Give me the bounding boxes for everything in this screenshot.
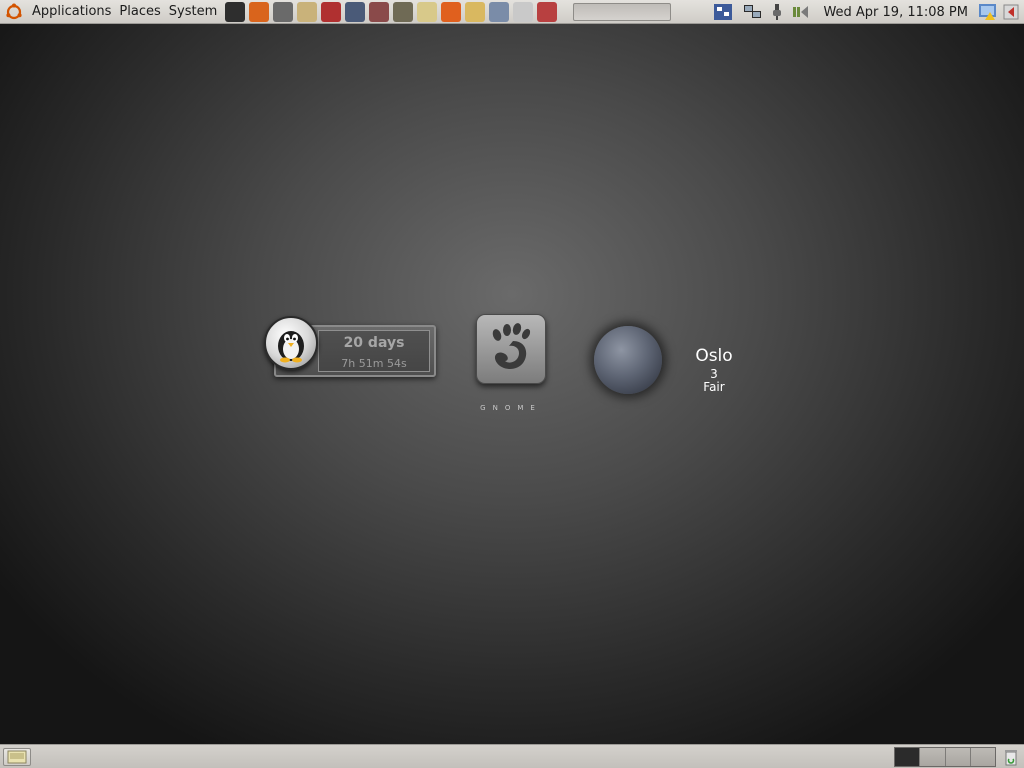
weather-temperature: 3 (710, 367, 718, 381)
gimp-icon[interactable] (393, 1, 414, 22)
workspace-1[interactable] (895, 748, 921, 766)
trash-icon[interactable] (1002, 747, 1020, 767)
menu-applications[interactable]: Applications (28, 1, 115, 23)
shutdown-icon[interactable] (1002, 2, 1022, 22)
moon-phase-icon[interactable] (594, 326, 662, 394)
workspace-2[interactable] (920, 748, 946, 766)
firefox-icon[interactable] (249, 1, 270, 22)
bookshelf-icon[interactable] (537, 1, 558, 22)
weather-city: Oslo (695, 346, 733, 366)
show-desktop-icon (7, 750, 27, 764)
ubuntu-logo-icon[interactable] (4, 2, 24, 22)
menu-places[interactable]: Places (115, 1, 164, 23)
network-icon[interactable] (743, 2, 763, 22)
workspace-4[interactable] (970, 748, 995, 766)
disc-icon[interactable] (465, 1, 486, 22)
camera-icon[interactable] (273, 1, 294, 22)
tux-penguin-icon (264, 316, 318, 370)
weather-condition: Fair (703, 380, 725, 394)
grid-tool-icon[interactable] (369, 1, 390, 22)
workspace-switcher[interactable] (894, 747, 996, 767)
top-panel: Applications Places System Wed Apr 19, 1… (0, 0, 1024, 24)
chat-icon[interactable] (441, 1, 462, 22)
remote-icon[interactable] (345, 1, 366, 22)
power-icon[interactable] (767, 2, 787, 22)
show-desktop-button[interactable] (3, 748, 31, 766)
workspace-3[interactable] (945, 748, 971, 766)
books-icon[interactable] (321, 1, 342, 22)
gnome-label: GNOME (480, 404, 542, 412)
media-disc-icon[interactable] (513, 1, 534, 22)
launcher-bar (223, 1, 559, 22)
volume-icon[interactable] (791, 2, 811, 22)
panel-search-box[interactable] (573, 2, 672, 21)
bottom-panel (0, 744, 1024, 768)
cd-burner-icon[interactable] (489, 1, 510, 22)
uptime-time: 7h 51m 54s (341, 357, 407, 370)
update-notifier-icon[interactable] (978, 2, 998, 22)
uptime-days: 20 days (343, 335, 405, 351)
pidgin-icon[interactable] (417, 1, 438, 22)
menu-system[interactable]: System (165, 1, 221, 23)
system-tray: Wed Apr 19, 11:08 PM (711, 0, 1024, 24)
folder-icon[interactable] (297, 1, 318, 22)
desktop[interactable]: 20 days 7h 51m 54s GNOME Oslo 3 Fair (0, 24, 1024, 744)
terminal-icon[interactable] (225, 1, 246, 22)
puzzle-applet-icon[interactable] (713, 2, 733, 22)
uptime-display: 20 days 7h 51m 54s (318, 330, 430, 372)
gnome-foot-icon[interactable] (476, 314, 546, 384)
clock[interactable]: Wed Apr 19, 11:08 PM (823, 5, 968, 20)
